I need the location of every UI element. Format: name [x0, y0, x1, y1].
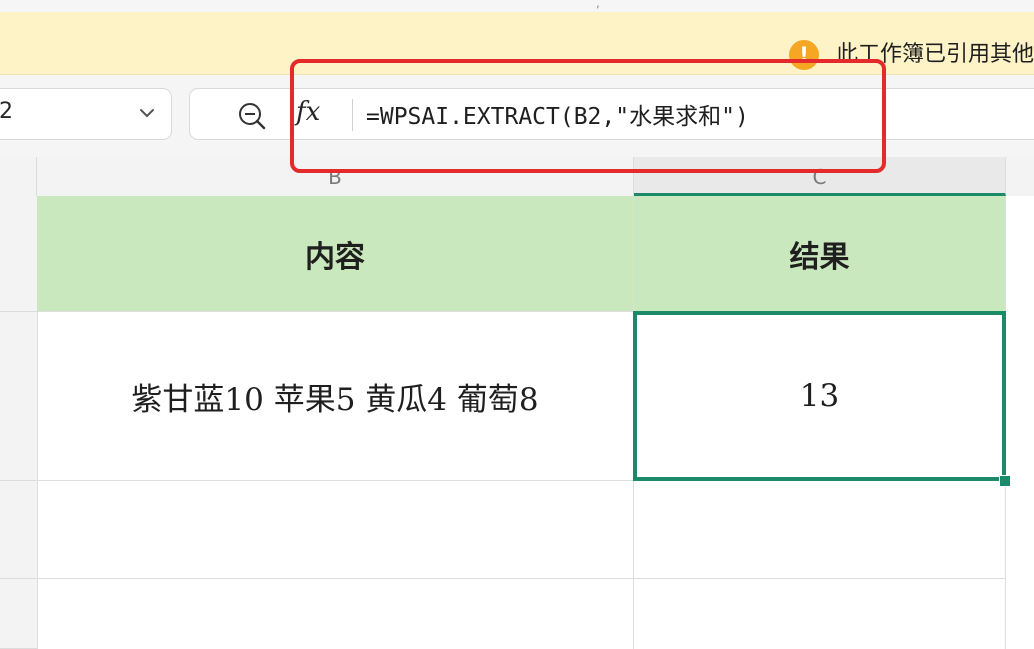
- cell-b2[interactable]: 紫甘蓝10 苹果5 黄瓜4 葡萄8: [37, 312, 634, 481]
- top-strip-mark: ,: [596, 0, 600, 10]
- cell-c4[interactable]: [634, 579, 1006, 649]
- select-all-corner[interactable]: [0, 157, 37, 196]
- row-header-2[interactable]: [0, 312, 37, 481]
- cell-b3[interactable]: [37, 481, 634, 579]
- row-header-4[interactable]: [0, 579, 37, 649]
- column-header-d[interactable]: [1006, 157, 1034, 196]
- chevron-down-icon[interactable]: [135, 101, 159, 125]
- fill-handle[interactable]: [999, 475, 1011, 487]
- header-cell-content[interactable]: 内容: [37, 196, 634, 312]
- active-cell-border: [633, 311, 1006, 481]
- row-header-1[interactable]: [0, 196, 37, 312]
- row-header-3[interactable]: [0, 481, 37, 579]
- cell-c3[interactable]: [634, 481, 1006, 579]
- header-cell-result[interactable]: 结果: [634, 196, 1006, 312]
- name-box[interactable]: 2: [0, 88, 172, 140]
- formula-highlight-box: [290, 59, 886, 173]
- name-box-value: 2: [0, 99, 13, 124]
- cell-b4[interactable]: [37, 579, 634, 649]
- zoom-out-icon[interactable]: [236, 100, 268, 130]
